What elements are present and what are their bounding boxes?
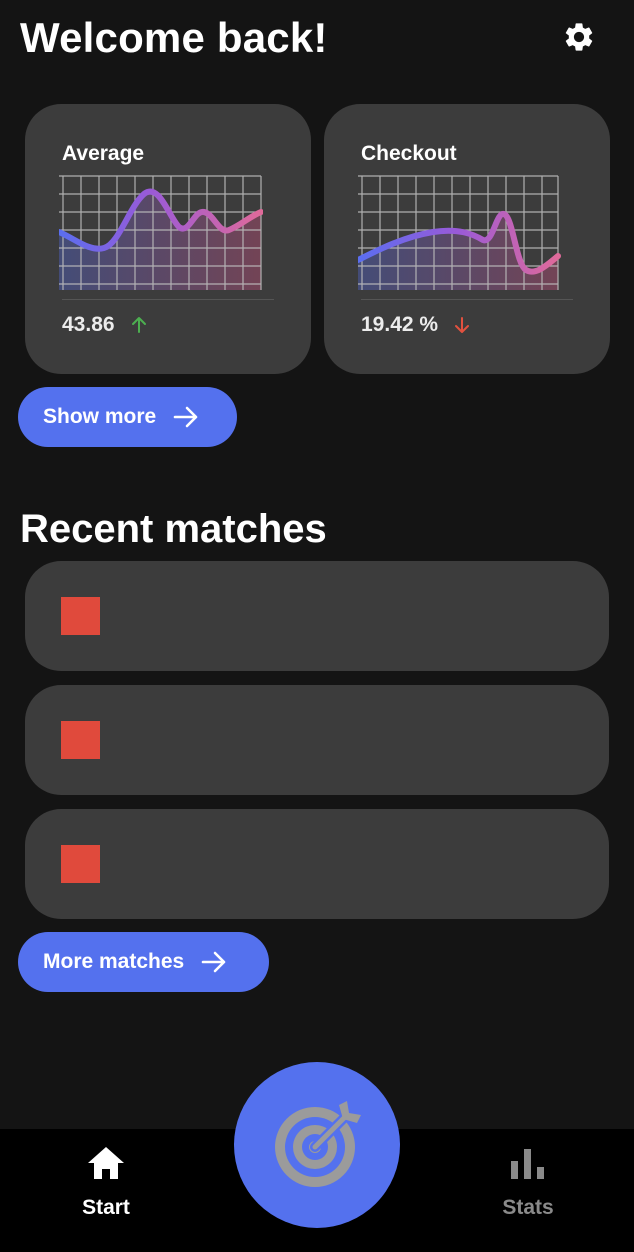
stat-title: Average [62, 142, 145, 165]
match-card[interactable] [25, 685, 609, 795]
gear-icon [565, 23, 593, 51]
new-game-button[interactable] [234, 1062, 400, 1228]
nav-label-start: Start [82, 1196, 130, 1219]
page-title: Welcome back! [20, 14, 328, 61]
settings-button[interactable] [560, 18, 598, 56]
stat-value-row: 43.86 [62, 312, 149, 338]
recent-matches-title: Recent matches [20, 507, 327, 551]
match-marker [61, 845, 100, 883]
average-trend-chart [59, 175, 263, 290]
dartboard-target-icon [275, 1101, 361, 1187]
home-icon [88, 1147, 124, 1179]
match-marker [61, 597, 100, 635]
show-more-button[interactable]: Show more [18, 387, 237, 447]
stat-card-average[interactable]: Average 43.86 [25, 104, 311, 374]
card-divider [361, 299, 573, 300]
checkout-trend-chart [358, 175, 561, 290]
stat-value-row: 19.42 % [361, 312, 472, 338]
stat-value: 43.86 [62, 313, 115, 336]
more-matches-button[interactable]: More matches [18, 932, 269, 992]
bar-chart-icon [511, 1149, 544, 1179]
stat-value: 19.42 % [361, 313, 439, 336]
arrow-down-icon [455, 317, 470, 333]
arrow-right-icon [201, 951, 226, 973]
match-card[interactable] [25, 809, 609, 919]
nav-item-stats[interactable]: Stats [458, 1129, 598, 1252]
more-matches-label: More matches [43, 950, 185, 973]
stat-title: Checkout [361, 142, 457, 165]
stat-card-checkout[interactable]: Checkout 19.42 % [324, 104, 610, 374]
card-divider [62, 299, 274, 300]
match-card[interactable] [25, 561, 609, 671]
arrow-up-icon [131, 317, 146, 333]
show-more-label: Show more [43, 405, 157, 428]
nav-item-start[interactable]: Start [36, 1129, 176, 1252]
recent-matches-list [25, 561, 609, 933]
match-marker [61, 721, 100, 759]
arrow-right-icon [173, 406, 198, 428]
nav-label-stats: Stats [502, 1196, 554, 1219]
